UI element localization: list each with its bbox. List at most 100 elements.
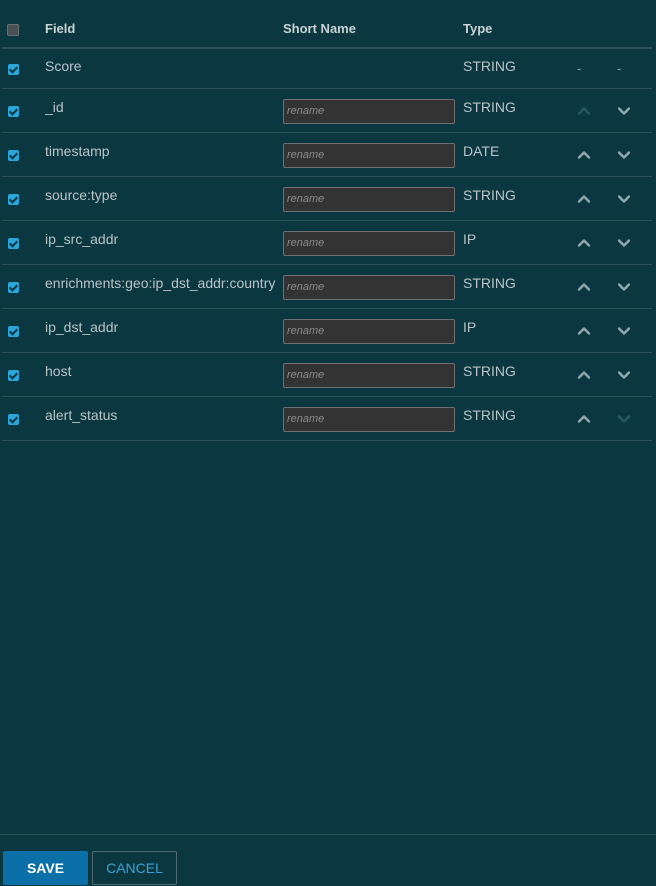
row-checkbox[interactable]: [8, 149, 19, 161]
row-checkbox[interactable]: [8, 369, 19, 381]
table-header-row: Field Short Name Type: [2, 8, 652, 49]
row-checkbox[interactable]: [8, 105, 19, 117]
chevron-down-icon[interactable]: [616, 323, 632, 339]
chevron-down-icon[interactable]: [616, 279, 632, 295]
short-name-input[interactable]: [283, 186, 455, 212]
field-name: _id: [45, 99, 64, 116]
move-down-cell: -: [613, 48, 652, 89]
type-cell: IP: [463, 220, 573, 265]
table-row: _id STRING: [2, 88, 652, 133]
field-cell: _id: [45, 88, 283, 133]
chevron-up-icon[interactable]: [576, 367, 592, 383]
row-checkbox-cell: [2, 264, 45, 309]
move-up-cell: [573, 132, 613, 177]
field-type: STRING: [463, 407, 516, 424]
move-down-cell: [613, 264, 652, 309]
table-row: timestamp DATE: [2, 132, 652, 177]
short-name-input[interactable]: [283, 362, 455, 388]
move-up-cell: [573, 220, 613, 265]
field-name: ip_dst_addr: [45, 319, 119, 336]
move-down-cell: [613, 308, 652, 353]
select-all-checkbox[interactable]: [7, 23, 19, 36]
row-checkbox-cell: [2, 308, 45, 353]
move-up-cell: [573, 176, 613, 221]
row-checkbox-cell: [2, 48, 45, 89]
move-down-cell: [613, 176, 652, 221]
move-up-cell: [573, 352, 613, 397]
move-down-cell: [613, 352, 652, 397]
short-name-input[interactable]: [283, 142, 455, 168]
select-all-cell: [2, 8, 45, 49]
field-cell: host: [45, 352, 283, 397]
row-checkbox-cell: [2, 352, 45, 397]
field-name: Score: [45, 57, 82, 74]
field-type: IP: [463, 319, 477, 336]
short-name-cell: [283, 48, 463, 89]
field-name: timestamp: [45, 143, 110, 160]
row-checkbox[interactable]: [8, 413, 19, 425]
fields-table-body: Score STRING - - _id STRING timestamp DATE sourc…: [2, 48, 652, 441]
move-up-cell: [573, 88, 613, 133]
chevron-down-icon: [616, 411, 632, 427]
field-type: STRING: [463, 187, 516, 204]
configure-columns-panel: Field Short Name Type Score STRING - - _id ST…: [0, 0, 656, 886]
row-checkbox[interactable]: [8, 237, 19, 249]
chevron-up-icon[interactable]: [576, 279, 592, 295]
short-name-cell: [283, 396, 463, 441]
move-up-cell: [573, 308, 613, 353]
field-cell: ip_dst_addr: [45, 308, 283, 353]
field-name: host: [45, 363, 72, 380]
row-checkbox-cell: [2, 88, 45, 133]
table-row: host STRING: [2, 352, 652, 397]
header-field: Field: [45, 8, 283, 49]
field-cell: Score: [45, 48, 283, 89]
field-type: STRING: [463, 275, 516, 292]
chevron-down-icon[interactable]: [616, 235, 632, 251]
row-checkbox[interactable]: [8, 325, 19, 337]
cancel-button[interactable]: CANCEL: [92, 851, 177, 885]
field-type: STRING: [463, 99, 516, 116]
field-type: STRING: [463, 363, 516, 380]
short-name-input[interactable]: [283, 98, 455, 124]
chevron-down-icon[interactable]: [616, 147, 632, 163]
chevron-up-icon[interactable]: [576, 147, 592, 163]
row-checkbox-cell: [2, 396, 45, 441]
chevron-down-icon[interactable]: [616, 191, 632, 207]
row-checkbox[interactable]: [8, 281, 19, 293]
field-name: source:type: [45, 187, 118, 204]
chevron-up-icon[interactable]: [576, 191, 592, 207]
short-name-cell: [283, 220, 463, 265]
type-cell: STRING: [463, 176, 573, 221]
short-name-input[interactable]: [283, 318, 455, 344]
table-row: Score STRING - -: [2, 48, 652, 89]
short-name-input[interactable]: [283, 274, 455, 300]
chevron-down-icon[interactable]: [616, 103, 632, 119]
chevron-up-icon[interactable]: [576, 411, 592, 427]
move-up-cell: [573, 264, 613, 309]
row-checkbox-cell: [2, 176, 45, 221]
header-type: Type: [463, 8, 573, 49]
save-button[interactable]: SAVE: [3, 851, 88, 885]
move-up-cell: -: [573, 48, 613, 89]
header-short-name: Short Name: [283, 8, 463, 49]
row-checkbox-cell: [2, 132, 45, 177]
move-down-cell: [613, 88, 652, 133]
table-row: ip_dst_addr IP: [2, 308, 652, 353]
header-down: [613, 8, 652, 49]
chevron-down-icon[interactable]: [616, 367, 632, 383]
chevron-up-icon: [576, 103, 592, 119]
row-checkbox[interactable]: [8, 193, 19, 205]
short-name-input[interactable]: [283, 406, 455, 432]
footer: SAVE CANCEL: [0, 834, 656, 886]
field-cell: ip_src_addr: [45, 220, 283, 265]
type-cell: DATE: [463, 132, 573, 177]
chevron-up-icon[interactable]: [576, 235, 592, 251]
short-name-input[interactable]: [283, 230, 455, 256]
field-type: IP: [463, 231, 477, 248]
row-checkbox-cell: [2, 220, 45, 265]
type-cell: STRING: [463, 352, 573, 397]
move-down-cell: [613, 220, 652, 265]
type-cell: STRING: [463, 264, 573, 309]
row-checkbox[interactable]: [8, 64, 19, 76]
chevron-up-icon[interactable]: [576, 323, 592, 339]
